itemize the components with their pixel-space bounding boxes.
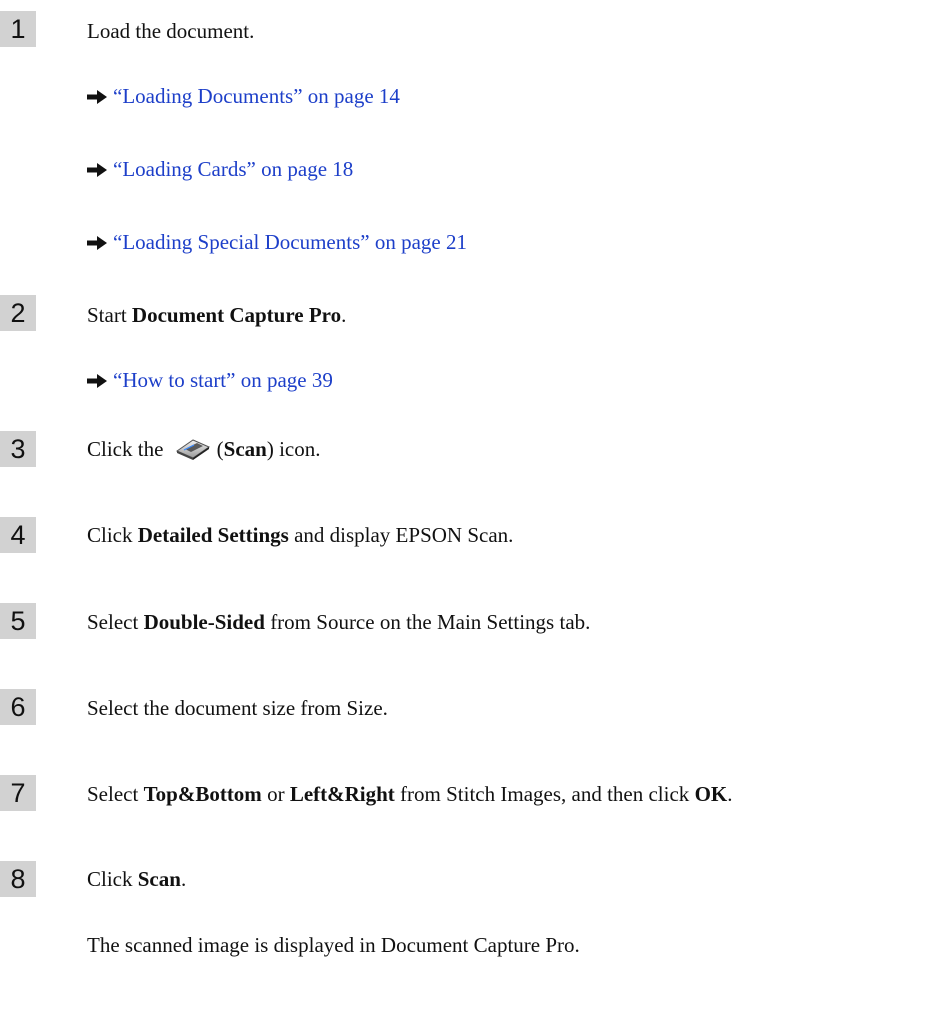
link-text[interactable]: “Loading Documents” on page 14: [113, 84, 400, 108]
arrow-right-icon: [87, 235, 107, 250]
arrow-right-icon: [87, 89, 107, 104]
step-number-badge: 5: [0, 603, 36, 639]
step-number-badge: 2: [0, 295, 36, 331]
link-text[interactable]: “Loading Cards” on page 18: [113, 157, 353, 181]
cross-reference-link[interactable]: “Loading Special Documents” on page 21: [87, 229, 467, 255]
step-text: Click Scan.: [87, 867, 187, 891]
step-number-badge: 8: [0, 861, 36, 897]
arrow-right-icon: [87, 373, 107, 388]
step-result-text: The scanned image is displayed in Docume…: [87, 933, 580, 957]
step-text: Select Double-Sided from Source on the M…: [87, 610, 591, 634]
step-number-badge: 6: [0, 689, 36, 725]
cross-reference-link[interactable]: “Loading Cards” on page 18: [87, 156, 353, 182]
step-text: Start Document Capture Pro.: [87, 303, 347, 327]
step-text: Click Detailed Settings and display EPSO…: [87, 523, 514, 547]
step-number-badge: 1: [0, 11, 36, 47]
cross-reference-link[interactable]: “How to start” on page 39: [87, 367, 333, 393]
link-text[interactable]: “Loading Special Documents” on page 21: [113, 230, 467, 254]
arrow-right-icon: [87, 162, 107, 177]
link-text[interactable]: “How to start” on page 39: [113, 368, 333, 392]
step-text: Select Top&Bottom or Left&Right from Sti…: [87, 782, 733, 806]
step-number-badge: 7: [0, 775, 36, 811]
step-number-badge: 3: [0, 431, 36, 467]
step-text: Click the (Scan) icon.: [87, 437, 321, 461]
cross-reference-link[interactable]: “Loading Documents” on page 14: [87, 83, 400, 109]
step-text: Load the document.: [87, 19, 255, 43]
step-text: Select the document size from Size.: [87, 696, 388, 720]
step-number-badge: 4: [0, 517, 36, 553]
scan-icon: [175, 439, 210, 461]
